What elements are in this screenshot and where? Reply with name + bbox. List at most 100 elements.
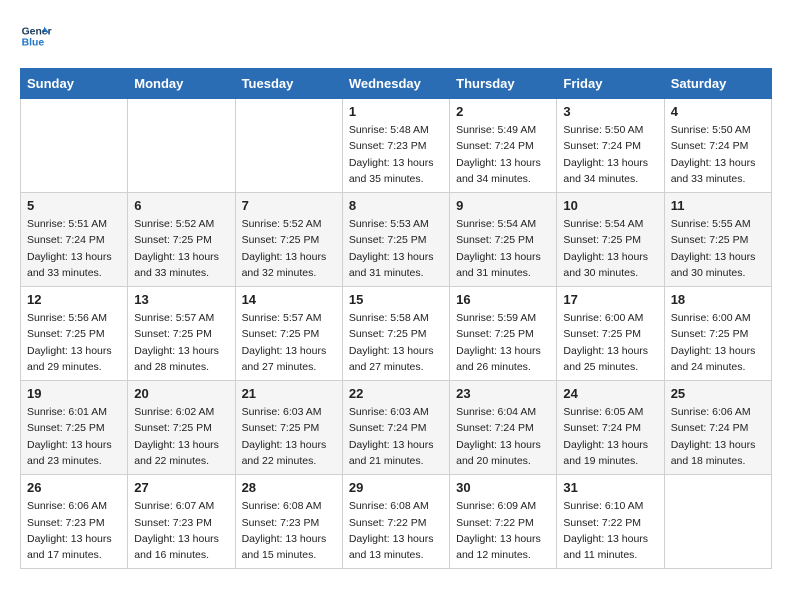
day-info: Sunrise: 5:54 AMSunset: 7:25 PMDaylight:… [456, 216, 550, 281]
calendar-cell: 12 Sunrise: 5:56 AMSunset: 7:25 PMDayligh… [21, 287, 128, 381]
calendar-cell: 9 Sunrise: 5:54 AMSunset: 7:25 PMDaylight… [450, 193, 557, 287]
day-number: 11 [671, 198, 765, 213]
calendar-cell: 30 Sunrise: 6:09 AMSunset: 7:22 PMDayligh… [450, 475, 557, 569]
day-info: Sunrise: 5:50 AMSunset: 7:24 PMDaylight:… [563, 122, 657, 187]
calendar-cell: 6 Sunrise: 5:52 AMSunset: 7:25 PMDaylight… [128, 193, 235, 287]
day-info: Sunrise: 5:55 AMSunset: 7:25 PMDaylight:… [671, 216, 765, 281]
calendar-cell [235, 99, 342, 193]
day-info: Sunrise: 5:49 AMSunset: 7:24 PMDaylight:… [456, 122, 550, 187]
calendar-cell: 5Sunrise: 5:51 AMSunset: 7:24 PMDaylight… [21, 193, 128, 287]
day-number: 7 [242, 198, 336, 213]
weekday-header: Friday [557, 69, 664, 99]
calendar-cell: 18Sunrise: 6:00 AMSunset: 7:25 PMDayligh… [664, 287, 771, 381]
calendar-cell: 1 Sunrise: 5:48 AMSunset: 7:23 PMDaylight… [342, 99, 449, 193]
day-number: 31 [563, 480, 657, 495]
day-info: Sunrise: 6:01 AMSunset: 7:25 PMDaylight:… [27, 404, 121, 469]
day-number: 29 [349, 480, 443, 495]
svg-text:Blue: Blue [22, 38, 45, 49]
day-number: 8 [349, 198, 443, 213]
day-info: Sunrise: 5:57 AMSunset: 7:25 PMDaylight:… [134, 310, 228, 375]
day-info: Sunrise: 6:08 AMSunset: 7:23 PMDaylight:… [242, 498, 336, 563]
day-number: 24 [563, 386, 657, 401]
logo: General Blue [20, 20, 56, 52]
day-info: Sunrise: 5:51 AMSunset: 7:24 PMDaylight:… [27, 216, 121, 281]
day-info: Sunrise: 6:05 AMSunset: 7:24 PMDaylight:… [563, 404, 657, 469]
weekday-header: Tuesday [235, 69, 342, 99]
day-info: Sunrise: 6:10 AMSunset: 7:22 PMDaylight:… [563, 498, 657, 563]
calendar-cell: 25 Sunrise: 6:06 AMSunset: 7:24 PMDayligh… [664, 381, 771, 475]
day-info: Sunrise: 5:48 AMSunset: 7:23 PMDaylight:… [349, 122, 443, 187]
calendar-cell: 14 Sunrise: 5:57 AMSunset: 7:25 PMDayligh… [235, 287, 342, 381]
day-number: 18 [671, 292, 765, 307]
day-number: 27 [134, 480, 228, 495]
day-info: Sunrise: 6:04 AMSunset: 7:24 PMDaylight:… [456, 404, 550, 469]
day-number: 23 [456, 386, 550, 401]
calendar-cell: 13 Sunrise: 5:57 AMSunset: 7:25 PMDayligh… [128, 287, 235, 381]
calendar-cell: 17 Sunrise: 6:00 AMSunset: 7:25 PMDayligh… [557, 287, 664, 381]
calendar-cell [21, 99, 128, 193]
day-number: 4 [671, 104, 765, 119]
day-info: Sunrise: 6:08 AMSunset: 7:22 PMDaylight:… [349, 498, 443, 563]
day-number: 10 [563, 198, 657, 213]
weekday-header: Sunday [21, 69, 128, 99]
calendar-cell [128, 99, 235, 193]
day-number: 19 [27, 386, 121, 401]
calendar-cell: 31 Sunrise: 6:10 AMSunset: 7:22 PMDayligh… [557, 475, 664, 569]
calendar-cell: 24 Sunrise: 6:05 AMSunset: 7:24 PMDayligh… [557, 381, 664, 475]
logo-icon: General Blue [20, 20, 52, 52]
day-number: 1 [349, 104, 443, 119]
day-info: Sunrise: 6:09 AMSunset: 7:22 PMDaylight:… [456, 498, 550, 563]
day-info: Sunrise: 5:58 AMSunset: 7:25 PMDaylight:… [349, 310, 443, 375]
calendar-cell: 28 Sunrise: 6:08 AMSunset: 7:23 PMDayligh… [235, 475, 342, 569]
day-info: Sunrise: 6:02 AMSunset: 7:25 PMDaylight:… [134, 404, 228, 469]
day-info: Sunrise: 5:52 AMSunset: 7:25 PMDaylight:… [134, 216, 228, 281]
day-info: Sunrise: 6:06 AMSunset: 7:23 PMDaylight:… [27, 498, 121, 563]
calendar-cell: 16 Sunrise: 5:59 AMSunset: 7:25 PMDayligh… [450, 287, 557, 381]
day-info: Sunrise: 5:59 AMSunset: 7:25 PMDaylight:… [456, 310, 550, 375]
calendar-cell: 2 Sunrise: 5:49 AMSunset: 7:24 PMDaylight… [450, 99, 557, 193]
weekday-header: Wednesday [342, 69, 449, 99]
day-info: Sunrise: 5:53 AMSunset: 7:25 PMDaylight:… [349, 216, 443, 281]
calendar-cell: 7 Sunrise: 5:52 AMSunset: 7:25 PMDaylight… [235, 193, 342, 287]
day-info: Sunrise: 5:56 AMSunset: 7:25 PMDaylight:… [27, 310, 121, 375]
day-info: Sunrise: 6:03 AMSunset: 7:24 PMDaylight:… [349, 404, 443, 469]
calendar-cell [664, 475, 771, 569]
day-number: 20 [134, 386, 228, 401]
day-number: 13 [134, 292, 228, 307]
day-info: Sunrise: 5:54 AMSunset: 7:25 PMDaylight:… [563, 216, 657, 281]
calendar-header: SundayMondayTuesdayWednesdayThursdayFrid… [21, 69, 772, 99]
calendar-cell: 8 Sunrise: 5:53 AMSunset: 7:25 PMDaylight… [342, 193, 449, 287]
day-number: 21 [242, 386, 336, 401]
day-number: 14 [242, 292, 336, 307]
day-info: Sunrise: 6:03 AMSunset: 7:25 PMDaylight:… [242, 404, 336, 469]
weekday-header: Saturday [664, 69, 771, 99]
day-number: 12 [27, 292, 121, 307]
calendar-cell: 21 Sunrise: 6:03 AMSunset: 7:25 PMDayligh… [235, 381, 342, 475]
calendar-cell: 26 Sunrise: 6:06 AMSunset: 7:23 PMDayligh… [21, 475, 128, 569]
calendar-cell: 20 Sunrise: 6:02 AMSunset: 7:25 PMDayligh… [128, 381, 235, 475]
day-info: Sunrise: 5:57 AMSunset: 7:25 PMDaylight:… [242, 310, 336, 375]
day-info: Sunrise: 6:00 AMSunset: 7:25 PMDaylight:… [563, 310, 657, 375]
day-number: 16 [456, 292, 550, 307]
day-info: Sunrise: 5:50 AMSunset: 7:24 PMDaylight:… [671, 122, 765, 187]
day-number: 2 [456, 104, 550, 119]
calendar-table: SundayMondayTuesdayWednesdayThursdayFrid… [20, 68, 772, 569]
day-number: 6 [134, 198, 228, 213]
weekday-header: Monday [128, 69, 235, 99]
calendar-cell: 4 Sunrise: 5:50 AMSunset: 7:24 PMDaylight… [664, 99, 771, 193]
day-info: Sunrise: 5:52 AMSunset: 7:25 PMDaylight:… [242, 216, 336, 281]
day-number: 26 [27, 480, 121, 495]
day-number: 28 [242, 480, 336, 495]
day-number: 9 [456, 198, 550, 213]
day-number: 15 [349, 292, 443, 307]
day-number: 17 [563, 292, 657, 307]
day-number: 25 [671, 386, 765, 401]
day-info: Sunrise: 6:06 AMSunset: 7:24 PMDaylight:… [671, 404, 765, 469]
calendar-cell: 27Sunrise: 6:07 AMSunset: 7:23 PMDayligh… [128, 475, 235, 569]
calendar-cell: 19 Sunrise: 6:01 AMSunset: 7:25 PMDayligh… [21, 381, 128, 475]
day-number: 30 [456, 480, 550, 495]
day-number: 22 [349, 386, 443, 401]
calendar-cell: 23 Sunrise: 6:04 AMSunset: 7:24 PMDayligh… [450, 381, 557, 475]
calendar-cell: 3Sunrise: 5:50 AMSunset: 7:24 PMDaylight… [557, 99, 664, 193]
calendar-cell: 11 Sunrise: 5:55 AMSunset: 7:25 PMDayligh… [664, 193, 771, 287]
